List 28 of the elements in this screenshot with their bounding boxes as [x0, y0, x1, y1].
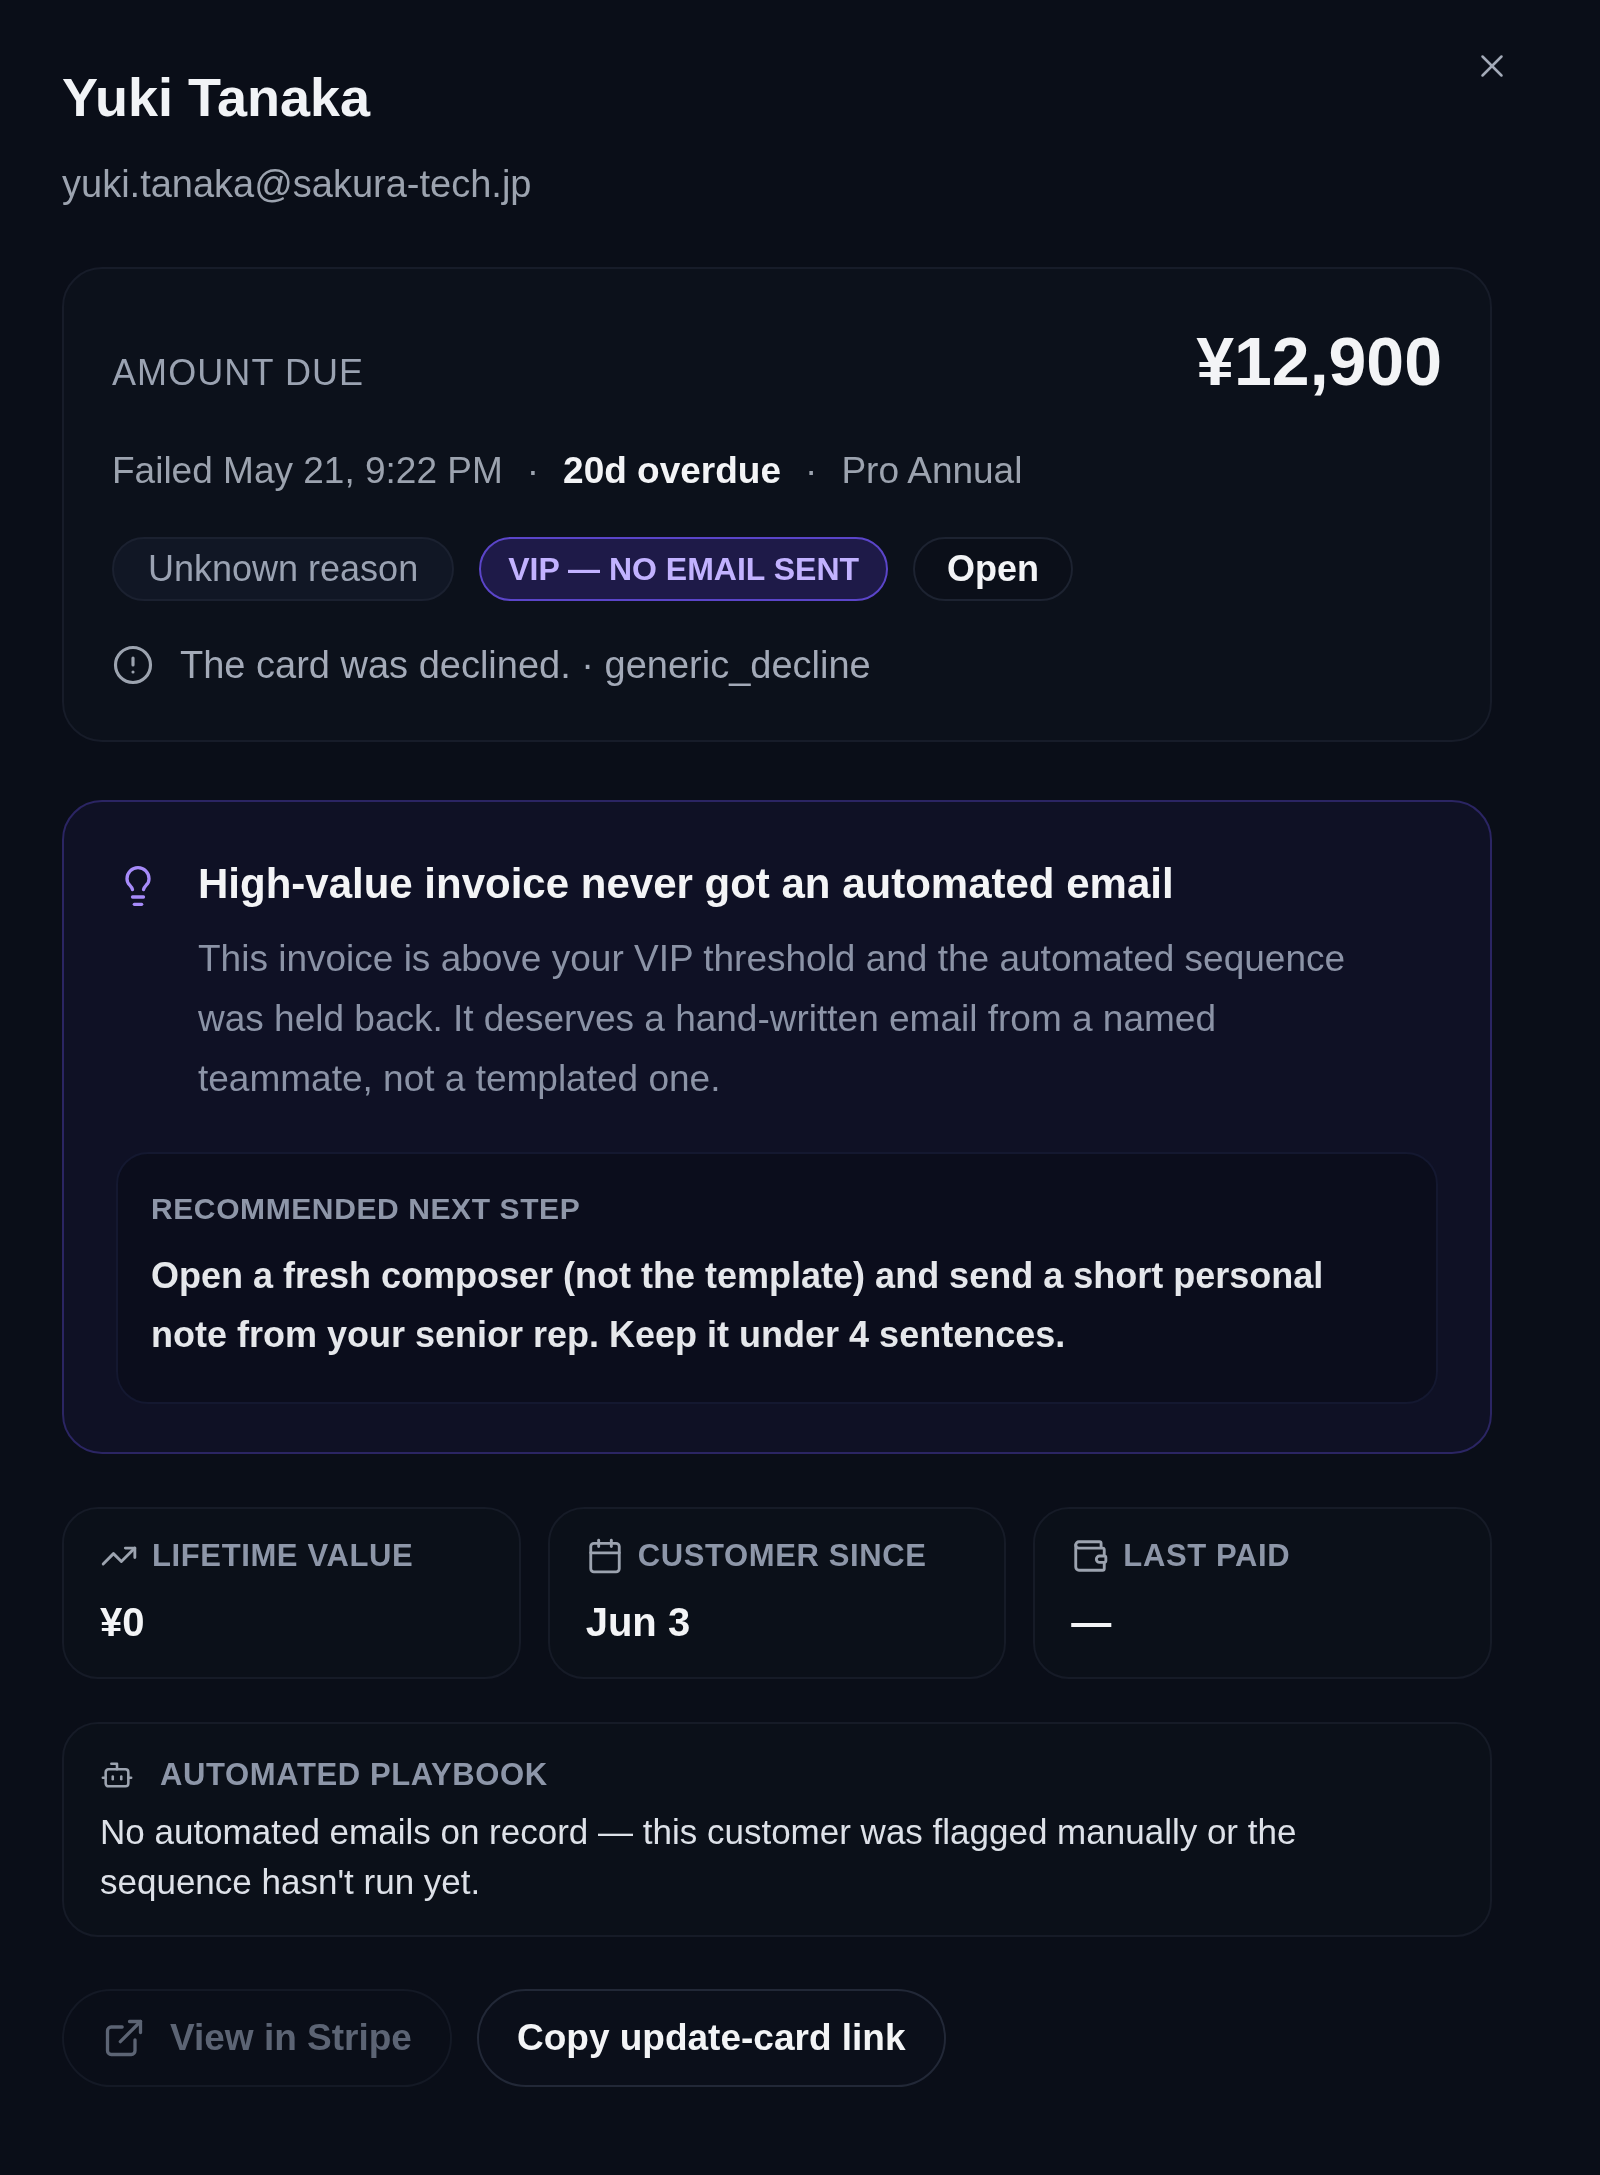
stat-label: CUSTOMER SINCE	[637, 1537, 927, 1575]
meta-text: Failed May 21, 9:22 PM	[112, 449, 503, 493]
vip-tag: VIP — NO EMAIL SENT	[479, 537, 889, 601]
copy-link-button[interactable]: Copy update-card link	[476, 1989, 946, 2087]
meta-text: Pro Annual	[841, 449, 1023, 493]
stat-value: Jun 3	[585, 1599, 691, 1646]
playbook-label: AUTOMATED PLAYBOOK	[160, 1756, 548, 1794]
recommendation-label: RECOMMENDED NEXT STEP	[151, 1191, 582, 1227]
status-tag: Open	[913, 537, 1074, 601]
alert-circle-icon	[112, 644, 154, 686]
amount-value: ¥12,900	[1196, 323, 1442, 399]
insight-title: High-value invoice never got an automated email	[198, 859, 1175, 909]
wallet-icon	[1071, 1537, 1110, 1575]
separator-dot: ·	[805, 449, 818, 493]
amount-label: AMOUNT DUE	[112, 351, 365, 395]
stat-label: LIFETIME VALUE	[152, 1537, 414, 1575]
customer-name: Yuki Tanaka	[62, 66, 371, 129]
stat-value: —	[1071, 1599, 1112, 1646]
playbook-text: No automated emails on record — this customer was flagged manually or the sequence hasn't run yet.	[100, 1811, 1298, 1903]
stat-value: ¥0	[100, 1599, 145, 1646]
recommendation-text: Open a fresh composer (not the template) and send a short personal note from your senior rep. Keep it under 4 sentences.	[151, 1254, 1325, 1357]
separator-dot: ·	[526, 449, 540, 493]
stat-label: LAST PAID	[1123, 1537, 1291, 1575]
meta-text: 20d overdue	[563, 449, 782, 493]
decline-message: The card was declined. · generic_decline	[180, 643, 871, 687]
customer-email: yuki.tanaka@sakura-tech.jp	[62, 162, 532, 207]
reason-tag: Unknown reason	[112, 537, 455, 601]
insight-body: This invoice is above your VIP threshold and the automated sequence was held back. It deserves a hand-written email from a named teammate, not a templated one.	[198, 937, 1347, 1101]
